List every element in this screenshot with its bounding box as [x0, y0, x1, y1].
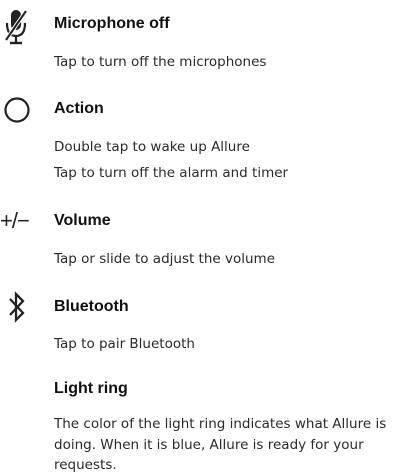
volume-description: Tap or slide to adjust the volume: [54, 251, 276, 267]
action-description-1: Double tap to wake up Allure: [54, 139, 250, 155]
bluetooth-description: Tap to pair Bluetooth: [54, 336, 195, 352]
bluetooth-icon: [9, 291, 25, 323]
microphone-off-description: Tap to turn off the microphones: [54, 54, 267, 70]
action-title: Action: [54, 100, 104, 117]
volume-title: Volume: [54, 212, 111, 229]
volume-plus-minus-icon: +/−: [0, 208, 30, 233]
action-description-2: Tap to turn off the alarm and timer: [54, 165, 289, 181]
microphone-off-title: Microphone off: [54, 15, 170, 32]
action-circle-icon: [4, 97, 30, 123]
bluetooth-title: Bluetooth: [54, 298, 129, 315]
light-ring-description: The color of the light ring indicates wh…: [54, 416, 387, 473]
microphone-off-icon: [4, 9, 28, 45]
light-ring-title: Light ring: [54, 380, 128, 397]
